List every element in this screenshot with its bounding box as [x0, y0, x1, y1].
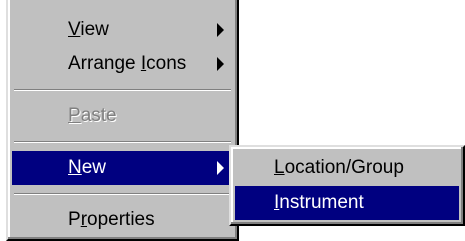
menu-separator — [14, 193, 231, 195]
submenu-item-instrument[interactable]: Instrument — [235, 186, 459, 220]
menu-item-new[interactable]: New — [12, 151, 233, 185]
menu-item-properties[interactable]: Properties — [12, 203, 233, 237]
submenu-arrow-icon — [217, 57, 224, 71]
menu-item-arrange-icons[interactable]: Arrange Icons — [12, 47, 233, 81]
submenu-item-location-group[interactable]: Location/Group — [235, 151, 459, 185]
menu-item-view-label: View — [68, 19, 109, 40]
submenu-item-location-group-label: Location/Group — [274, 157, 404, 178]
submenu-arrow-icon — [217, 161, 224, 175]
menu-item-properties-label: Properties — [68, 209, 155, 230]
menu-item-paste[interactable]: Paste — [12, 99, 233, 133]
menu-separator — [14, 89, 231, 91]
new-submenu: Location/Group Instrument — [229, 145, 465, 226]
submenu-item-instrument-label: Instrument — [274, 192, 364, 213]
menu-item-arrange-icons-label: Arrange Icons — [68, 53, 187, 74]
context-menu: View Arrange Icons Paste New Properties — [6, 0, 239, 241]
submenu-arrow-icon — [217, 23, 224, 37]
menu-item-new-label: New — [68, 157, 107, 178]
menu-item-paste-label: Paste — [68, 105, 117, 126]
menu-separator — [14, 141, 231, 143]
menu-item-view[interactable]: View — [12, 13, 233, 47]
